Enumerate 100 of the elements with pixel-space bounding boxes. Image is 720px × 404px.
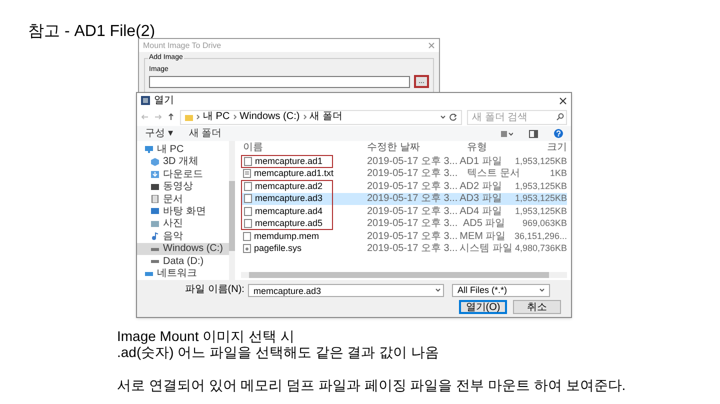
doc-icon: [151, 195, 159, 204]
file-row[interactable]: memdump.mem 2019-05-17 오후 3... MEM 파일 36,151,296...: [241, 230, 567, 242]
sidebar-item[interactable]: Data (D:): [137, 255, 229, 268]
window-title: Mount Image To Drive: [143, 40, 222, 52]
filename-field[interactable]: memcapture.ad3: [248, 284, 444, 297]
name-cell: memcapture.ad4: [241, 205, 333, 218]
size-cell-text: 1KB: [548, 168, 567, 180]
sidebar-item[interactable]: 음악: [137, 230, 229, 243]
name-cell: memdump.mem: [241, 230, 333, 242]
column-header[interactable]: 유형: [465, 142, 529, 154]
toolbar-button[interactable]: 새 폴더: [188, 128, 222, 140]
chevron-icon: [302, 114, 307, 120]
search-field[interactable]: 새 폴더 검색: [467, 110, 567, 124]
sidebar-item[interactable]: 바탕 화면: [137, 205, 229, 218]
folder-icon: [185, 114, 193, 120]
date-cell-text: 2019-05-17 오후 3...: [366, 230, 458, 242]
size-cell: 1,953,125KB: [514, 180, 567, 192]
filename-label: 파일 이름(N):: [185, 284, 244, 296]
date-cell-text: 2019-05-17 오후 3...: [366, 193, 458, 204]
file-row[interactable]: memcapture.ad5 2019-05-17 오후 3... AD5 파일 969,063KB: [241, 218, 567, 230]
slide-title: 참고 - AD1 File(2): [28, 22, 156, 42]
date-cell-text: 2019-05-17 오후 3...: [366, 243, 458, 254]
address-bar[interactable]: 내 PC Windows (C:) 새 폴더: [180, 110, 462, 124]
forward-arrow-icon: [154, 113, 162, 121]
dropdown-icon: [440, 115, 446, 119]
file-row[interactable]: memcapture.ad1.txt 2019-05-17 오후 3... 텍스트 문서 1KB: [241, 168, 567, 180]
column-header[interactable]: 수정한 날짜: [365, 142, 465, 154]
open-button[interactable]: 열기(O): [459, 300, 507, 314]
breadcrumb-item[interactable]: 내 PC: [203, 111, 230, 123]
type-cell-text: 텍스트 문서: [466, 168, 521, 180]
note-text: 서로 연결되어 있어 메모리 덤프 파일과 페이징 파일을 전부 마운트 하여 보여준다.: [117, 377, 627, 393]
file-row[interactable]: memcapture.ad1 2019-05-17 오후 3... AD1 파일 1,953,125KB: [241, 155, 567, 168]
type-cell-text: AD5 파일: [462, 218, 506, 230]
file-row[interactable]: memcapture.ad3 2019-05-17 오후 3... AD3 파일 1,953,125KB: [241, 192, 567, 205]
date-cell-text: 2019-05-17 오후 3...: [366, 156, 458, 167]
file-icon: [244, 156, 252, 166]
name-cell: memcapture.ad1: [241, 155, 333, 168]
size-cell: 1,953,125KB: [514, 206, 567, 217]
pc-icon: [145, 145, 153, 154]
date-cell-text: 2019-05-17 오후 3...: [366, 206, 458, 217]
view-options-icon: [501, 130, 513, 138]
app-icon: [141, 96, 150, 105]
chevron-icon: [196, 114, 200, 120]
sidebar-item[interactable]: 내 PC: [137, 143, 229, 156]
column-header[interactable]: 크기: [529, 142, 567, 154]
sidebar-item[interactable]: Windows (C:): [137, 242, 229, 256]
file-row[interactable]: pagefile.sys 2019-05-17 오후 3... 시스템 파일 4,980,736KB: [241, 242, 567, 255]
type-cell-text: MEM 파일: [458, 230, 507, 242]
cancel-button[interactable]: 취소: [513, 300, 561, 314]
system-file-icon: [243, 244, 251, 254]
search-icon: [556, 113, 564, 121]
size-cell: 1,953,125KB: [514, 193, 567, 204]
date-cell-text: 2019-05-17 오후 3...: [366, 180, 458, 192]
text-file-icon: [243, 169, 251, 178]
note-text: .ad(숫자) 어느 파일을 선택해도 같은 결과 값이 나옴: [117, 344, 440, 360]
download-icon: [151, 170, 159, 178]
dialog-title: 열기: [154, 94, 175, 106]
music-icon: [151, 232, 159, 240]
name-cell: memcapture.ad1.txt: [241, 168, 333, 180]
help-icon: [554, 129, 563, 138]
vertical-scrollbar[interactable]: [229, 141, 235, 280]
column-header[interactable]: 이름: [241, 142, 365, 154]
up-arrow-icon: [167, 113, 175, 121]
sidebar-item[interactable]: 네트워크: [137, 268, 229, 280]
toolbar-button[interactable]: 구성 ▾: [145, 128, 173, 140]
picture-icon: [151, 220, 159, 228]
type-cell-text: AD4 파일: [458, 206, 503, 217]
sidebar-item[interactable]: 문서: [137, 192, 229, 206]
date-cell-text: 2019-05-17 오후 3...: [366, 218, 459, 230]
type-cell-text: AD3 파일: [458, 193, 503, 204]
size-cell: 969,063KB: [522, 218, 567, 230]
size-cell: 36,151,296...: [514, 230, 567, 242]
size-cell: 4,980,736KB: [514, 243, 567, 254]
file-type-dropdown[interactable]: All Files (*.*): [452, 284, 550, 296]
name-cell: memcapture.ad3: [241, 192, 333, 205]
refresh-icon: [449, 113, 457, 121]
name-cell: pagefile.sys: [241, 242, 333, 255]
close-icon: [428, 42, 435, 49]
sidebar-item[interactable]: 다운로드: [137, 168, 229, 180]
file-row[interactable]: memcapture.ad4 2019-05-17 오후 3... AD4 파일 1,953,125KB: [241, 205, 567, 218]
name-cell: memcapture.ad5: [241, 218, 333, 230]
horizontal-scrollbar[interactable]: [241, 272, 567, 278]
type-cell-text: AD2 파일: [458, 180, 503, 192]
breadcrumb-item[interactable]: Windows (C:): [240, 111, 300, 123]
note-text: Image Mount 이미지 선택 시: [117, 328, 296, 344]
sidebar-item[interactable]: 3D 개체: [137, 155, 229, 168]
preview-pane-icon: [529, 130, 538, 138]
breadcrumb-item[interactable]: 새 폴더: [310, 111, 342, 123]
dropdown-icon: [435, 288, 442, 292]
chevron-icon: [232, 114, 237, 120]
sidebar-item[interactable]: 사진: [137, 218, 229, 230]
back-arrow-icon: [141, 113, 149, 121]
close-icon: [559, 96, 567, 104]
type-cell-text: AD1 파일: [458, 156, 503, 167]
image-path-field[interactable]: [149, 76, 410, 88]
sidebar-item[interactable]: 동영상: [137, 180, 229, 193]
size-cell: 1,953,125KB: [514, 156, 567, 167]
cube-icon: [151, 158, 159, 166]
type-cell-text: 시스템 파일: [458, 243, 514, 254]
date-cell-text: 2019-05-17 오후 3...: [366, 168, 459, 180]
